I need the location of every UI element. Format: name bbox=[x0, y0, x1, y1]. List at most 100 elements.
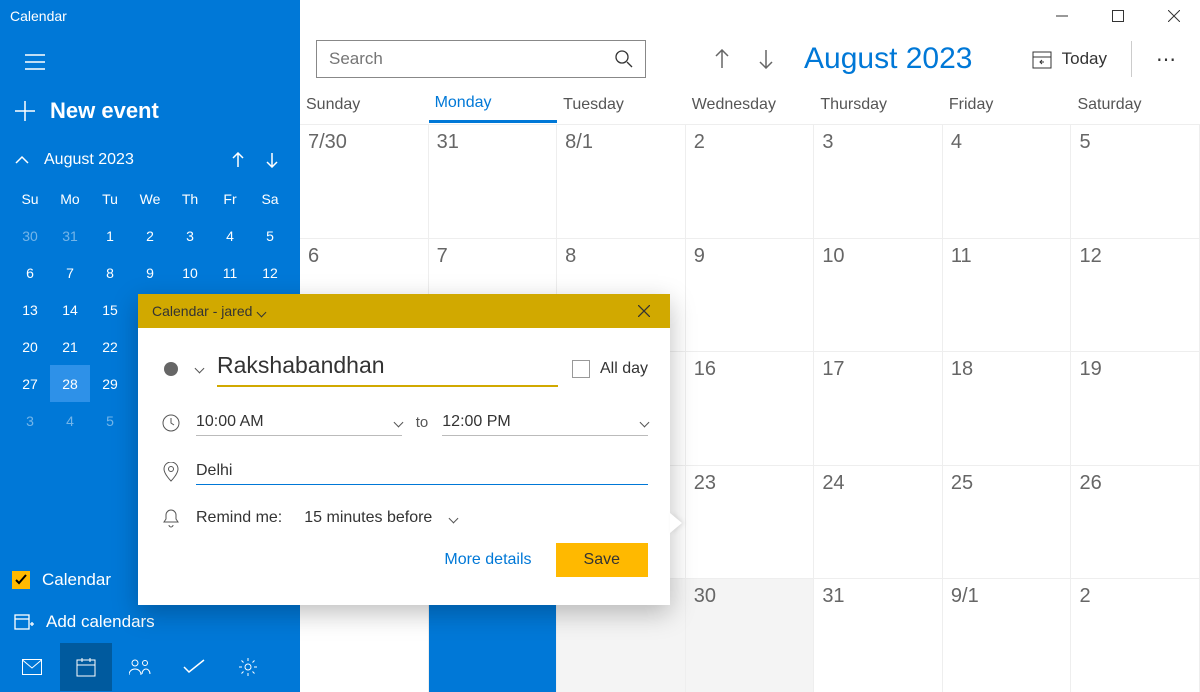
day-header[interactable]: Wednesday bbox=[686, 86, 815, 123]
mini-day-cell[interactable]: 13 bbox=[10, 291, 50, 328]
search-input[interactable] bbox=[329, 49, 615, 69]
day-cell[interactable]: 10 bbox=[814, 239, 943, 352]
end-time-select[interactable]: 12:00 PM bbox=[442, 409, 648, 436]
more-details-link[interactable]: More details bbox=[444, 551, 531, 569]
people-icon[interactable] bbox=[114, 643, 166, 691]
mini-day-cell[interactable]: 15 bbox=[90, 291, 130, 328]
day-cell[interactable]: 2 bbox=[1071, 579, 1200, 692]
mini-month-label[interactable]: August 2023 bbox=[34, 151, 228, 169]
mini-day-cell[interactable]: 7 bbox=[50, 254, 90, 291]
mini-day-abbr: We bbox=[130, 180, 170, 217]
day-header[interactable]: Tuesday bbox=[557, 86, 686, 123]
calendar-picker-chevron-icon[interactable] bbox=[196, 365, 203, 372]
calendar-check-label: Calendar bbox=[42, 570, 111, 590]
day-cell[interactable]: 26 bbox=[1071, 466, 1200, 579]
day-cell[interactable]: 31 bbox=[429, 125, 558, 238]
settings-icon[interactable] bbox=[222, 643, 274, 691]
mini-day-cell[interactable]: 20 bbox=[10, 328, 50, 365]
day-cell[interactable]: 30 bbox=[686, 579, 815, 692]
checkbox-unchecked-icon bbox=[572, 360, 590, 378]
day-cell[interactable]: 19 bbox=[1071, 352, 1200, 465]
day-header[interactable]: Friday bbox=[943, 86, 1072, 123]
save-button[interactable]: Save bbox=[556, 543, 648, 577]
day-cell[interactable]: 25 bbox=[943, 466, 1072, 579]
day-header[interactable]: Thursday bbox=[814, 86, 943, 123]
day-cell[interactable]: 31 bbox=[814, 579, 943, 692]
chevron-up-icon[interactable] bbox=[10, 148, 34, 172]
mini-day-cell[interactable]: 5 bbox=[250, 217, 290, 254]
mini-day-cell[interactable]: 12 bbox=[250, 254, 290, 291]
callout-arrow-icon bbox=[670, 513, 682, 533]
close-popup-icon[interactable] bbox=[632, 299, 656, 323]
search-box[interactable] bbox=[316, 40, 646, 78]
mini-day-cell[interactable]: 5 bbox=[90, 402, 130, 439]
mini-day-cell[interactable]: 29 bbox=[90, 365, 130, 402]
maximize-button[interactable] bbox=[1098, 2, 1138, 30]
mini-day-cell[interactable]: 28 bbox=[50, 365, 90, 402]
day-cell[interactable]: 3 bbox=[814, 125, 943, 238]
day-cell[interactable]: 4 bbox=[943, 125, 1072, 238]
mini-day-cell[interactable]: 31 bbox=[50, 217, 90, 254]
prev-month-arrow-icon[interactable] bbox=[228, 150, 248, 170]
day-cell[interactable]: 2 bbox=[686, 125, 815, 238]
remind-select[interactable]: 15 minutes before bbox=[304, 509, 457, 527]
day-header[interactable]: Saturday bbox=[1071, 86, 1200, 123]
mini-day-cell[interactable]: 27 bbox=[10, 365, 50, 402]
add-calendar-icon bbox=[14, 612, 34, 632]
mini-day-cell[interactable]: 10 bbox=[170, 254, 210, 291]
new-event-button[interactable]: New event bbox=[0, 92, 300, 130]
bell-icon bbox=[160, 507, 182, 529]
app-title: Calendar bbox=[0, 0, 300, 32]
all-day-toggle[interactable]: All day bbox=[572, 360, 648, 378]
remind-label: Remind me: bbox=[196, 509, 282, 527]
mini-day-cell[interactable]: 3 bbox=[10, 402, 50, 439]
day-cell[interactable]: 9 bbox=[686, 239, 815, 352]
mini-day-cell[interactable]: 8 bbox=[90, 254, 130, 291]
event-title-input[interactable] bbox=[217, 350, 558, 387]
mini-day-cell[interactable]: 4 bbox=[210, 217, 250, 254]
today-button[interactable]: Today bbox=[1024, 45, 1115, 73]
color-dot-icon[interactable] bbox=[160, 358, 182, 380]
todo-icon[interactable] bbox=[168, 643, 220, 691]
minimize-button[interactable] bbox=[1042, 2, 1082, 30]
day-header[interactable]: Sunday bbox=[300, 86, 429, 123]
more-menu-icon[interactable]: ⋯ bbox=[1148, 41, 1184, 77]
mini-day-cell[interactable]: 11 bbox=[210, 254, 250, 291]
day-header[interactable]: Monday bbox=[429, 86, 558, 123]
day-cell[interactable]: 8/1 bbox=[557, 125, 686, 238]
mini-day-cell[interactable]: 21 bbox=[50, 328, 90, 365]
day-cell[interactable]: 9/1 bbox=[943, 579, 1072, 692]
day-cell[interactable]: 18 bbox=[943, 352, 1072, 465]
mini-day-cell[interactable]: 30 bbox=[10, 217, 50, 254]
day-cell[interactable]: 16 bbox=[686, 352, 815, 465]
mini-day-cell[interactable]: 2 bbox=[130, 217, 170, 254]
day-cell[interactable]: 7/30 bbox=[300, 125, 429, 238]
hamburger-icon[interactable] bbox=[15, 42, 55, 82]
calendar-nav-icon[interactable] bbox=[60, 643, 112, 691]
day-cell[interactable]: 24 bbox=[814, 466, 943, 579]
mail-icon[interactable] bbox=[6, 643, 58, 691]
mini-day-cell[interactable]: 22 bbox=[90, 328, 130, 365]
location-input[interactable] bbox=[196, 458, 648, 485]
prev-period-arrow-icon[interactable] bbox=[708, 39, 736, 79]
day-cell[interactable]: 17 bbox=[814, 352, 943, 465]
day-cell[interactable]: 5 bbox=[1071, 125, 1200, 238]
day-cell[interactable]: 23 bbox=[686, 466, 815, 579]
mini-day-cell[interactable]: 3 bbox=[170, 217, 210, 254]
day-cell[interactable]: 12 bbox=[1071, 239, 1200, 352]
start-time-select[interactable]: 10:00 AM bbox=[196, 409, 402, 436]
close-window-button[interactable] bbox=[1154, 2, 1194, 30]
mini-day-cell[interactable]: 9 bbox=[130, 254, 170, 291]
next-period-arrow-icon[interactable] bbox=[752, 39, 780, 79]
mini-day-cell[interactable]: 14 bbox=[50, 291, 90, 328]
day-cell[interactable]: 11 bbox=[943, 239, 1072, 352]
mini-day-cell[interactable]: 4 bbox=[50, 402, 90, 439]
next-month-arrow-icon[interactable] bbox=[262, 150, 282, 170]
mini-day-cell[interactable]: 1 bbox=[90, 217, 130, 254]
month-title[interactable]: August 2023 bbox=[804, 42, 972, 76]
add-calendars-button[interactable]: Add calendars bbox=[0, 602, 300, 642]
mini-day-abbr: Mo bbox=[50, 180, 90, 217]
popup-header[interactable]: Calendar - jared bbox=[138, 294, 670, 328]
mini-day-cell[interactable]: 6 bbox=[10, 254, 50, 291]
search-icon[interactable] bbox=[615, 50, 633, 68]
